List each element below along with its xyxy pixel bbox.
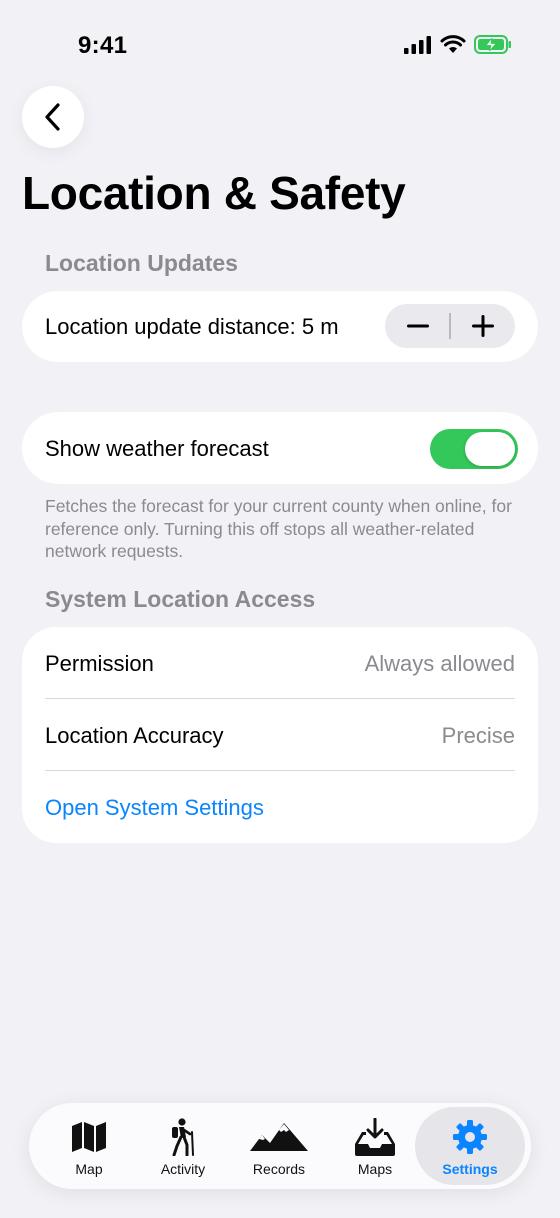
battery-charging-icon bbox=[474, 35, 511, 54]
status-time: 9:41 bbox=[78, 32, 128, 59]
increment-button[interactable] bbox=[450, 304, 515, 348]
accuracy-row[interactable]: Location Accuracy Precise bbox=[22, 699, 538, 771]
location-distance-label: Location update distance: 5 m bbox=[45, 314, 339, 339]
system-access-card: Permission Always allowed Location Accur… bbox=[22, 627, 538, 843]
tab-label: Settings bbox=[442, 1161, 498, 1177]
map-icon bbox=[72, 1122, 106, 1152]
distance-stepper bbox=[385, 304, 515, 348]
weather-card: Show weather forecast bbox=[22, 412, 538, 484]
page-title: Location & Safety bbox=[22, 167, 406, 219]
tab-bar: Map Activity Records Maps Settings bbox=[29, 1103, 531, 1189]
gear-icon bbox=[453, 1120, 487, 1154]
permission-row[interactable]: Permission Always allowed bbox=[22, 627, 538, 699]
hiker-icon bbox=[172, 1118, 194, 1156]
row-divider bbox=[45, 770, 515, 771]
accuracy-label: Location Accuracy bbox=[45, 723, 224, 748]
cellular-signal-icon bbox=[404, 35, 431, 54]
decrement-button[interactable] bbox=[385, 304, 450, 348]
plus-icon bbox=[471, 315, 494, 337]
weather-footnote: Fetches the forecast for your current co… bbox=[45, 496, 512, 561]
open-system-settings-link[interactable]: Open System Settings bbox=[45, 795, 264, 821]
accuracy-value: Precise bbox=[441, 723, 515, 748]
tab-records[interactable]: Records bbox=[239, 1103, 319, 1189]
wifi-icon bbox=[440, 35, 466, 53]
location-updates-card: Location update distance: 5 m bbox=[22, 291, 538, 362]
tab-settings[interactable]: Settings bbox=[428, 1103, 512, 1189]
tab-activity[interactable]: Activity bbox=[145, 1103, 221, 1189]
tab-label: Activity bbox=[160, 1161, 206, 1177]
tab-label: Maps bbox=[357, 1161, 393, 1177]
tab-map[interactable]: Map bbox=[51, 1103, 127, 1189]
mountains-icon bbox=[250, 1123, 308, 1151]
status-bar: 9:41 bbox=[0, 0, 560, 90]
chevron-left-icon bbox=[45, 103, 60, 131]
status-icons bbox=[404, 35, 512, 54]
tab-label: Records bbox=[252, 1161, 306, 1177]
section-header-location-updates: Location Updates bbox=[45, 250, 238, 276]
toggle-knob bbox=[465, 432, 515, 466]
tab-maps[interactable]: Maps bbox=[337, 1103, 413, 1189]
permission-label: Permission bbox=[45, 651, 154, 676]
weather-forecast-toggle[interactable] bbox=[430, 429, 518, 469]
permission-value: Always allowed bbox=[364, 651, 515, 676]
weather-forecast-label: Show weather forecast bbox=[45, 436, 269, 461]
minus-icon bbox=[406, 324, 429, 328]
section-header-system-access: System Location Access bbox=[45, 586, 316, 612]
back-button[interactable] bbox=[22, 86, 84, 148]
tab-label: Map bbox=[75, 1161, 103, 1177]
download-tray-icon bbox=[355, 1118, 395, 1156]
